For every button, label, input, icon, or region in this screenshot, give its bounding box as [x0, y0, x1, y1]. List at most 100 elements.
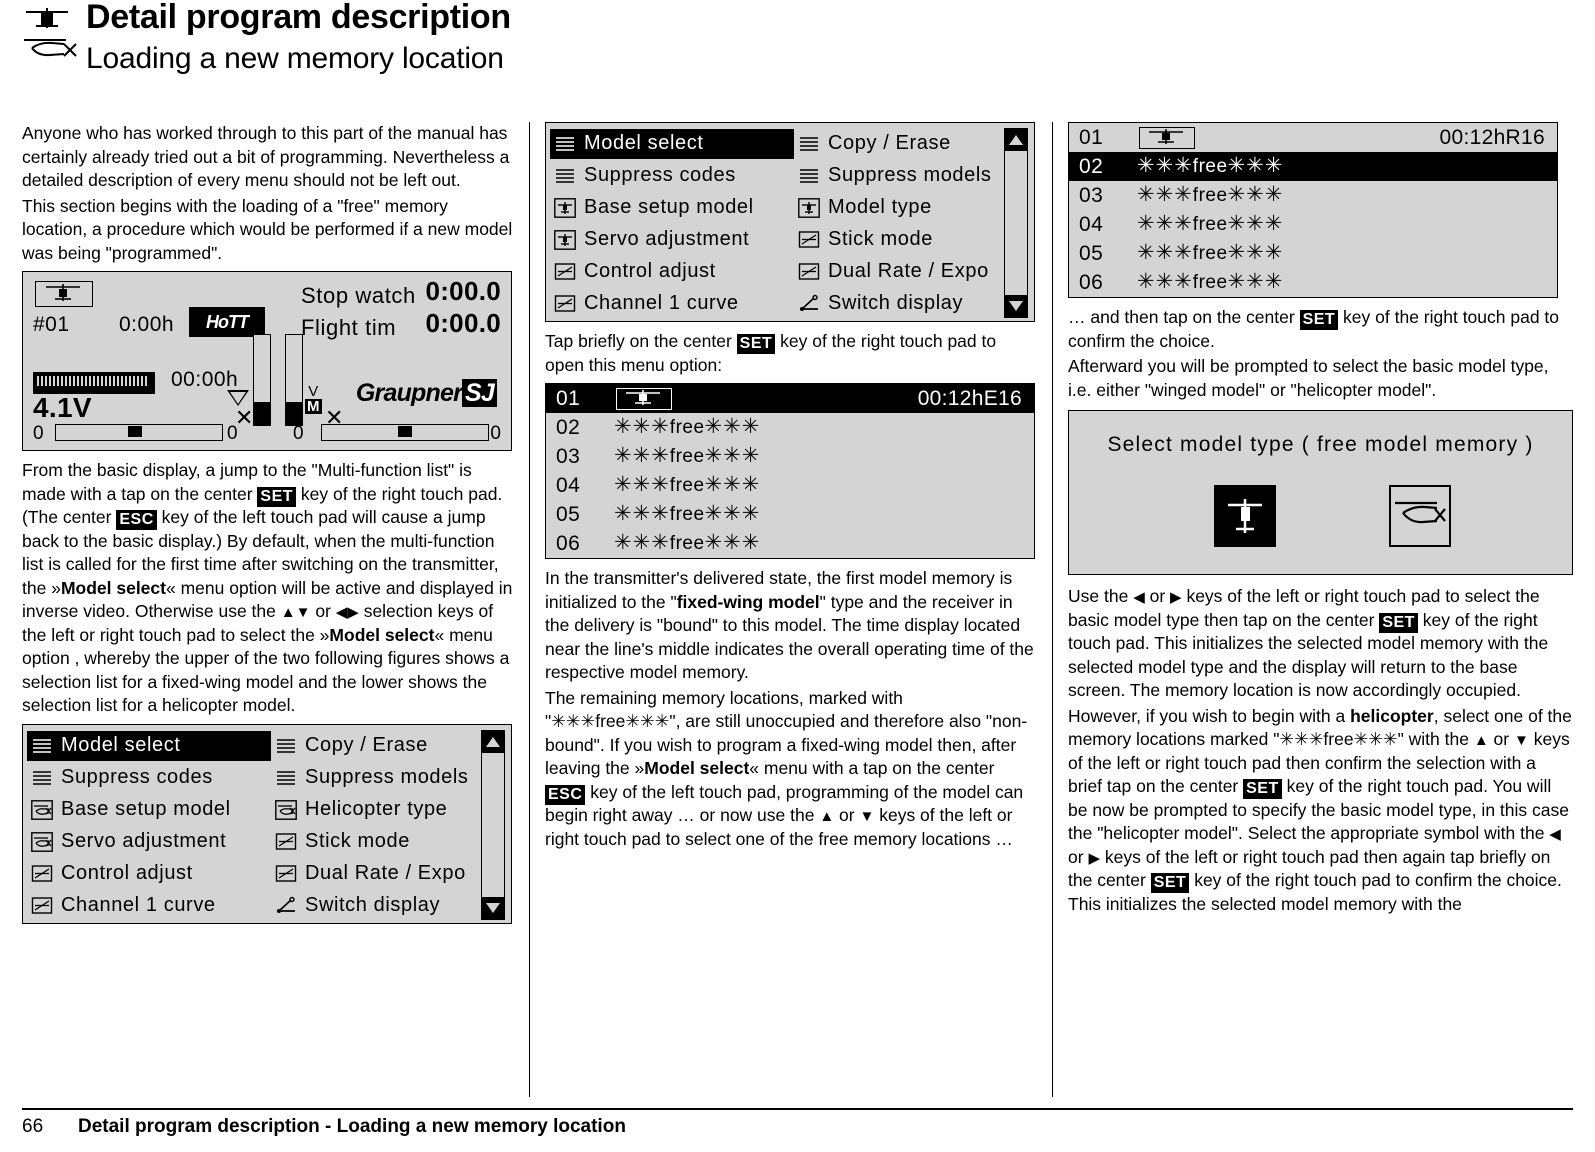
memory-row[interactable]: 02 ✳✳✳free✳✳✳ — [1069, 152, 1557, 181]
menu-item-label: Channel 1 curve — [584, 292, 739, 315]
menu-item-copy-erase[interactable]: Copy / Erase — [794, 129, 1002, 159]
scroll-down-icon[interactable] — [482, 896, 504, 919]
text: or — [1144, 586, 1171, 606]
set-key-chip: SET — [1379, 612, 1418, 633]
menu-item-model-type[interactable]: Model type — [794, 193, 1002, 223]
memory-row[interactable]: 02 ✳✳✳free✳✳✳ — [546, 413, 1034, 442]
text: or — [1488, 729, 1514, 749]
screen-icon — [798, 262, 820, 282]
menu-row: Base setup model Helicopter type — [27, 794, 479, 826]
page-header: Detail program description Loading a new… — [0, 0, 1595, 95]
menu-item-dual-rate-expo[interactable]: Dual Rate / Expo — [271, 859, 479, 889]
memory-row[interactable]: 04 ✳✳✳free✳✳✳ — [546, 471, 1034, 500]
memory-row[interactable]: 03 ✳✳✳free✳✳✳ — [546, 442, 1034, 471]
text: … and then tap on the center — [1068, 307, 1300, 327]
heli-icon — [31, 799, 53, 820]
menu-item-switch-display[interactable]: Switch display — [794, 289, 1002, 319]
brand-logo: Graupner SJ — [355, 379, 497, 407]
menu-item-dual-rate-expo[interactable]: Dual Rate / Expo — [794, 257, 1002, 287]
memory-row[interactable]: 03 ✳✳✳free✳✳✳ — [1069, 181, 1557, 210]
hott-badge: HoTT — [189, 307, 265, 337]
asterisk-icon: ✳✳✳ — [1227, 154, 1284, 178]
memory-free-label: free — [669, 504, 705, 526]
plane-icon[interactable] — [1214, 485, 1276, 547]
scroll-up-icon[interactable] — [482, 730, 504, 753]
menu-item-helicopter-type[interactable]: Helicopter type — [271, 795, 479, 825]
scrollbar[interactable] — [481, 729, 505, 920]
set-key-chip: SET — [1243, 779, 1282, 799]
menu-item-label: Suppress models — [828, 164, 992, 187]
scrollbar[interactable] — [1004, 128, 1028, 318]
menu-item-control-adjust[interactable]: Control adjust — [550, 257, 794, 287]
up-arrow-icon: ▲ — [819, 808, 835, 825]
menu-item-label: Copy / Erase — [828, 132, 951, 155]
menu-item-suppress-codes[interactable]: Suppress codes — [550, 161, 794, 191]
memory-time: 00:12hE16 — [917, 386, 1022, 410]
heli-icon — [31, 831, 53, 852]
heli-icon[interactable] — [1389, 485, 1451, 547]
menu-item-model-select[interactable]: Model select — [27, 730, 271, 761]
menu-item-copy-erase[interactable]: Copy / Erase — [271, 731, 479, 761]
trim-marker-icon — [227, 390, 249, 406]
menu-item-stick-mode[interactable]: Stick mode — [794, 225, 1002, 255]
menu-item-stick-mode[interactable]: Stick mode — [271, 827, 479, 857]
menu-item-servo-adjustment[interactable]: Servo adjustment — [550, 225, 794, 255]
plane-icon — [554, 198, 576, 218]
set-key-chip: SET — [736, 334, 776, 354]
menu-row: Model select Copy / Erase — [550, 128, 1002, 160]
asterisk-icon: ✳✳✳ — [614, 415, 670, 439]
select-model-type-title: Select model type ( free model memory ) — [1107, 433, 1534, 456]
right-arrow-icon: ▶ — [1170, 589, 1182, 606]
asterisk-icon: ✳✳✳ — [704, 444, 761, 468]
scrollbar-track[interactable] — [482, 752, 504, 895]
memory-row[interactable]: 06 ✳✳✳free✳✳✳ — [1069, 268, 1557, 297]
menu-item-channel-1-curve[interactable]: Channel 1 curve — [27, 891, 271, 921]
menu-item-suppress-models[interactable]: Suppress models — [794, 161, 1002, 191]
menu-item-channel-1-curve[interactable]: Channel 1 curve — [550, 289, 794, 319]
menu-item-model-select[interactable]: Model select — [550, 129, 794, 159]
screen-icon — [798, 230, 820, 250]
asterisk-icon: ✳✳✳ — [1137, 270, 1193, 294]
menu-item-switch-display[interactable]: Switch display — [271, 891, 479, 921]
text-bold: fixed-wing model — [676, 591, 820, 612]
menu-item-suppress-codes[interactable]: Suppress codes — [27, 763, 271, 793]
memory-row[interactable]: 01 00:12hR16 — [1069, 123, 1557, 152]
throttle-bar-2 — [285, 334, 303, 426]
left-arrow-icon: ◀ — [1549, 826, 1561, 843]
list-icon — [554, 166, 576, 186]
menu-item-label: Stick mode — [305, 829, 410, 852]
list-icon — [31, 736, 53, 756]
asterisk-icon: ✳✳✳ — [614, 444, 670, 468]
menu-item-label: Suppress models — [305, 765, 469, 788]
menu-item-control-adjust[interactable]: Control adjust — [27, 859, 271, 889]
menu-item-base-setup-model[interactable]: Base setup model — [550, 193, 794, 223]
asterisk-icon: ✳✳✳ — [1227, 270, 1284, 294]
memory-row[interactable]: 05 ✳✳✳free✳✳✳ — [1069, 239, 1557, 268]
scrollbar-track[interactable] — [1005, 151, 1027, 293]
down-arrow-icon: ▼ — [859, 808, 875, 825]
brand-name: Graupner — [355, 379, 463, 407]
model-number: #01 — [33, 313, 70, 336]
asterisk-icon: ✳✳✳ — [1279, 729, 1324, 749]
memory-row[interactable]: 04 ✳✳✳free✳✳✳ — [1069, 210, 1557, 239]
menu-item-base-setup-model[interactable]: Base setup model — [27, 795, 271, 825]
text: or — [834, 805, 860, 825]
screen-icon — [275, 864, 297, 884]
memory-row[interactable]: 05 ✳✳✳free✳✳✳ — [546, 500, 1034, 529]
menu-item-suppress-models[interactable]: Suppress models — [271, 763, 479, 793]
scroll-up-icon[interactable] — [1005, 129, 1027, 151]
menu-item-servo-adjustment[interactable]: Servo adjustment — [27, 827, 271, 857]
scroll-down-icon[interactable] — [1005, 295, 1027, 317]
model-memory-list-e16: 01 00:12hE16 02 ✳✳✳free✳✳✳ 03 ✳✳✳free✳✳✳ 04 ✳✳✳… — [545, 383, 1035, 559]
heli-icon — [275, 799, 297, 820]
asterisk-icon: ✳✳✳ — [1137, 212, 1193, 236]
list-icon — [798, 166, 820, 186]
asterisk-icon: ✳✳✳ — [614, 531, 670, 555]
trim-slider-1 — [55, 424, 223, 441]
memory-row[interactable]: 06 ✳✳✳free✳✳✳ — [546, 529, 1034, 558]
trim-x-icon: ✕ — [235, 405, 254, 430]
memory-time: 00:12hR16 — [1439, 125, 1545, 149]
paragraph: … and then tap on the center SET key of … — [1068, 306, 1573, 353]
memory-row[interactable]: 01 00:12hE16 — [546, 384, 1034, 413]
column-1: Anyone who has worked through to this pa… — [22, 122, 514, 932]
